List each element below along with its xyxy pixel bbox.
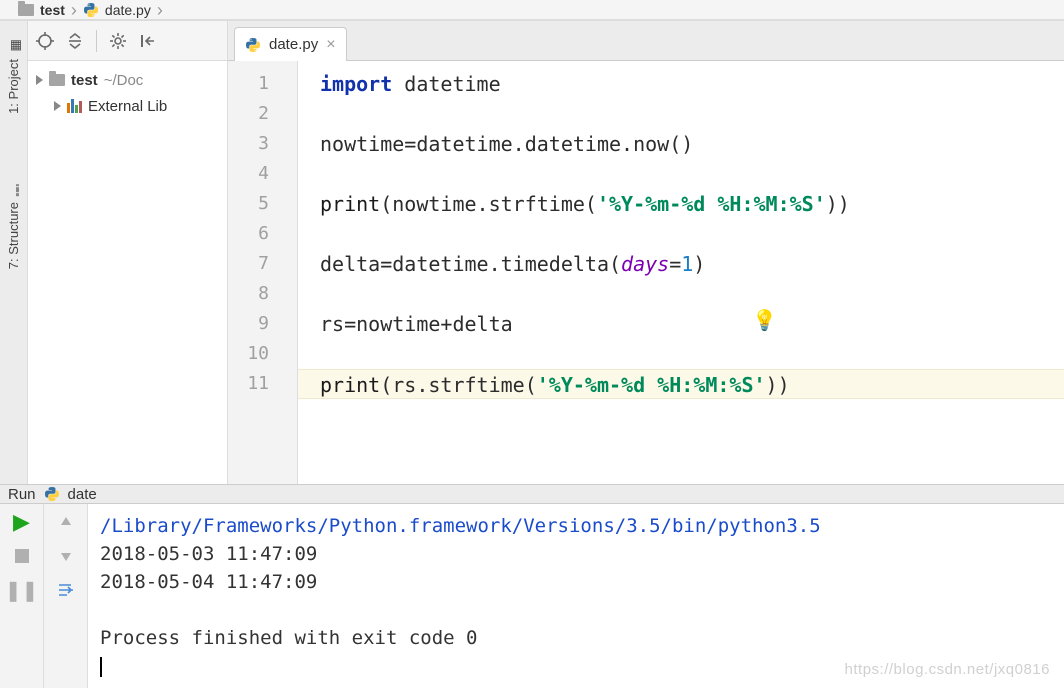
structure-icon [8,184,20,196]
pause-icon[interactable]: ❚❚ [12,580,32,600]
run-panel-title: Run [8,486,36,503]
console-output[interactable]: /Library/Frameworks/Python.framework/Ver… [88,504,1064,688]
soft-wrap-icon[interactable] [56,580,76,600]
close-icon[interactable]: × [326,36,335,54]
project-toolbar [28,21,227,61]
console-caret [100,657,102,677]
console-line: 2018-05-04 11:47:09 [100,568,1052,596]
console-line: 2018-05-03 11:47:09 [100,540,1052,568]
gear-icon[interactable] [109,32,127,50]
run-nav-toolbar [44,504,88,688]
expand-icon[interactable] [54,101,61,111]
libraries-icon [67,99,82,113]
expand-icon[interactable] [36,75,43,85]
console-exit-msg: Process finished with exit code 0 [100,624,1052,652]
run-panel: Run date ▶ ❚❚ /Library/Frameworks/Python… [0,484,1064,688]
run-left-toolbar: ▶ ❚❚ [0,504,44,688]
python-file-icon [245,37,261,53]
breadcrumb-file[interactable]: date.py [105,2,151,18]
tree-external-label: External Lib [88,98,167,115]
intention-bulb-icon[interactable]: 💡 [752,308,777,332]
run-config-name: date [68,486,97,503]
console-command[interactable]: /Library/Frameworks/Python.framework/Ver… [100,515,821,537]
project-tool-button[interactable]: 1: Project ▦ [6,41,21,114]
folder-icon [49,74,65,86]
target-icon[interactable] [36,32,54,50]
project-tree: test ~/Doc External Lib [28,61,227,125]
down-icon[interactable] [56,546,76,566]
project-panel: test ~/Doc External Lib [28,21,228,484]
line-gutter: 123 456 789 1011 [228,61,298,484]
tool-stripe-left: 1: Project ▦ 7: Structure [0,21,28,484]
collapse-icon[interactable] [66,32,84,50]
editor-tab-bar: date.py × [228,21,1064,61]
run-panel-header[interactable]: Run date [0,485,1064,504]
breadcrumb-folder[interactable]: test [40,2,65,18]
run-panel-body: ▶ ❚❚ /Library/Frameworks/Python.framewor… [0,504,1064,688]
python-file-icon [83,2,99,18]
folder-icon [18,4,34,16]
chevron-right-icon: › [71,1,77,19]
up-icon[interactable] [56,512,76,532]
stop-icon[interactable] [12,546,32,566]
project-icon: ▦ [8,41,20,53]
watermark-text: https://blog.csdn.net/jxq0816 [845,656,1050,684]
chevron-right-icon: › [157,1,163,19]
code-content[interactable]: 💡 import datetime nowtime=datetime.datet… [298,61,1064,484]
tree-root-path: ~/Doc [104,72,144,89]
editor-tab-label: date.py [269,36,318,53]
editor-tab-date[interactable]: date.py × [234,27,347,61]
hide-icon[interactable] [139,32,157,50]
tree-external-libs[interactable]: External Lib [32,93,223,119]
tree-root-name: test [71,72,98,89]
code-editor[interactable]: 123 456 789 1011 💡 import datetime nowti… [228,61,1064,484]
breadcrumb: test › date.py › [0,0,1064,20]
tree-root[interactable]: test ~/Doc [32,67,223,93]
rerun-icon[interactable]: ▶ [12,512,32,532]
python-file-icon [44,486,60,502]
editor-area: date.py × 123 456 789 1011 💡 import date… [228,21,1064,484]
structure-tool-button[interactable]: 7: Structure [6,184,21,269]
